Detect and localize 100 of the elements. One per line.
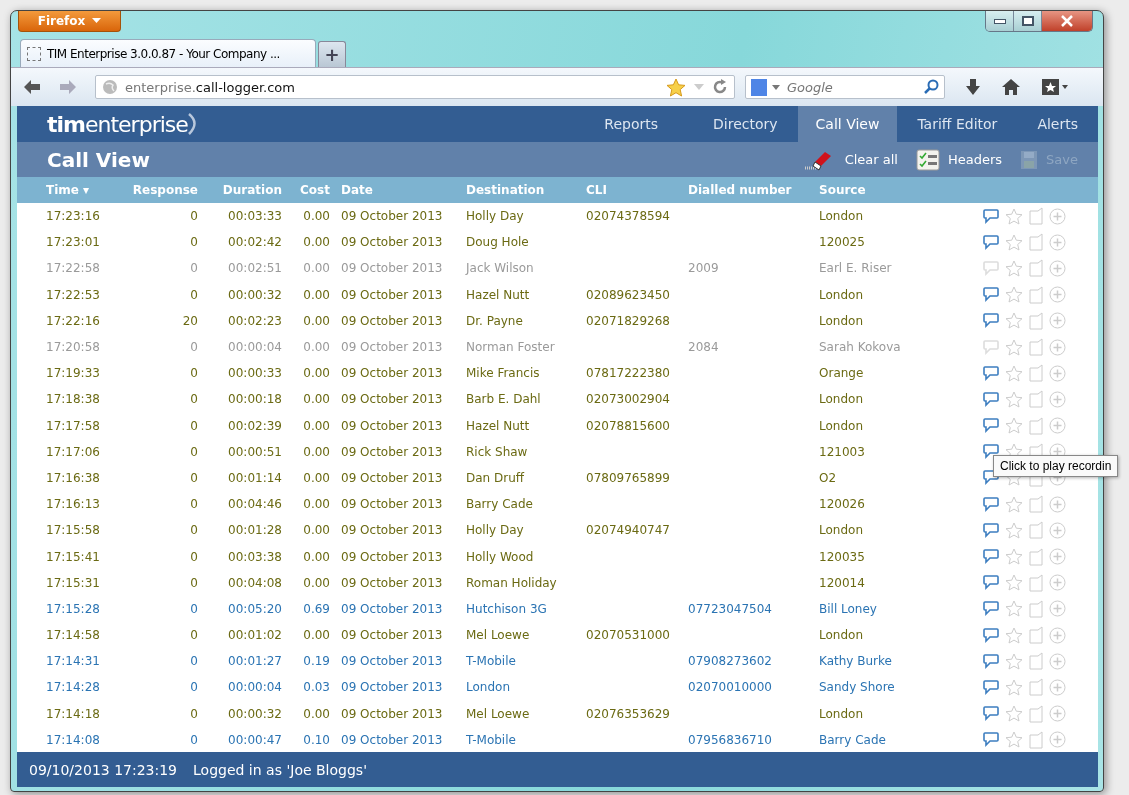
speech-bubble-icon[interactable] xyxy=(983,601,999,617)
table-cell-text: 09 October 2013 xyxy=(341,732,444,747)
back-icon[interactable] xyxy=(23,79,41,95)
table-cell-text: Barry Cade xyxy=(466,497,534,512)
table-cell-text: 0 xyxy=(189,680,198,695)
speech-bubble-icon[interactable] xyxy=(983,444,999,460)
table-cell-text: 0.00 xyxy=(302,340,330,355)
maximize-button[interactable] xyxy=(1014,11,1042,31)
firefox-menu-button[interactable]: Firefox xyxy=(18,11,121,32)
star-icon[interactable] xyxy=(1005,390,1023,408)
star-icon[interactable] xyxy=(1005,338,1023,356)
column-header[interactable]: Destination xyxy=(466,183,586,197)
speech-bubble-icon[interactable] xyxy=(983,208,999,224)
speech-bubble-icon[interactable] xyxy=(983,365,999,381)
nav-tab[interactable]: Call View xyxy=(797,106,898,142)
star-icon[interactable] xyxy=(1005,286,1023,304)
speech-bubble-icon[interactable] xyxy=(983,287,999,303)
star-icon[interactable] xyxy=(1005,626,1023,644)
nav-tab[interactable]: Directory xyxy=(693,106,798,142)
table-cell-text: 0 xyxy=(189,418,198,433)
column-header[interactable]: Date xyxy=(341,183,466,197)
speech-bubble-icon[interactable] xyxy=(983,653,999,669)
speech-bubble-icon[interactable] xyxy=(983,732,999,748)
search-field[interactable]: Google xyxy=(785,78,918,96)
table-cell-text: 09 October 2013 xyxy=(341,628,444,643)
star-icon[interactable] xyxy=(1005,259,1023,277)
table-cell-text: 0 xyxy=(189,366,198,381)
table-cell-text: Sandy Shore xyxy=(819,680,896,695)
table-cell-text: 09 October 2013 xyxy=(341,235,444,250)
speech-bubble-icon[interactable] xyxy=(983,522,999,538)
search-icon[interactable] xyxy=(923,79,939,95)
column-header[interactable]: Dialled number xyxy=(688,183,819,197)
table-cell-text: Kathy Burke xyxy=(819,654,893,669)
clear-button[interactable]: Clear all xyxy=(802,147,898,172)
reload-icon[interactable] xyxy=(712,79,728,95)
table-cell-text: London xyxy=(819,418,864,433)
star-icon[interactable] xyxy=(1005,548,1023,566)
table-cell-text: 07956836710 xyxy=(688,732,773,747)
headers-button[interactable]: Headers xyxy=(915,147,1003,172)
speech-bubble-icon[interactable] xyxy=(983,679,999,695)
home-icon[interactable] xyxy=(1001,78,1021,96)
star-icon[interactable] xyxy=(1005,705,1023,723)
address-field[interactable]: enterprise.call-logger.com xyxy=(95,75,735,99)
table-cell-text: 120014 xyxy=(819,575,866,590)
table-cell-text: 00:02:42 xyxy=(227,235,282,250)
star-icon[interactable] xyxy=(1005,600,1023,618)
speech-bubble-icon[interactable] xyxy=(983,234,999,250)
nav-tab[interactable]: Tariff Editor xyxy=(897,106,1018,142)
table-cell-text: 09 October 2013 xyxy=(341,418,444,433)
speech-bubble-icon[interactable] xyxy=(983,496,999,512)
table-cell-text: 00:00:18 xyxy=(227,392,282,407)
star-icon[interactable] xyxy=(1005,574,1023,592)
table-cell-text: 0.00 xyxy=(302,497,330,512)
star-icon[interactable] xyxy=(1005,678,1023,696)
forward-icon[interactable] xyxy=(59,79,77,95)
star-icon[interactable] xyxy=(1005,417,1023,435)
star-icon[interactable] xyxy=(1005,312,1023,330)
star-icon[interactable] xyxy=(666,77,686,97)
speech-bubble-icon[interactable] xyxy=(983,549,999,565)
table-cell-text: 17:16:13 xyxy=(46,497,101,512)
bookmarks-icon[interactable] xyxy=(1041,78,1069,96)
speech-bubble-icon[interactable] xyxy=(983,575,999,591)
table-cell-text: 02070531000 xyxy=(586,628,671,643)
column-header[interactable]: Duration xyxy=(198,183,282,197)
column-header[interactable]: Source xyxy=(819,183,983,197)
column-header[interactable]: Time ▾ xyxy=(46,183,128,197)
nav-tab[interactable]: Reports xyxy=(584,106,694,142)
speech-bubble-icon[interactable] xyxy=(983,313,999,329)
speech-bubble-icon[interactable] xyxy=(983,627,999,643)
column-header[interactable]: Response xyxy=(128,183,198,197)
tooltip: Click to play recordin xyxy=(993,455,1119,477)
star-icon[interactable] xyxy=(1005,731,1023,749)
close-button[interactable] xyxy=(1042,11,1092,31)
table-cell-text: 0 xyxy=(189,392,198,407)
new-tab-button[interactable]: + xyxy=(318,41,346,67)
download-icon[interactable] xyxy=(965,78,981,96)
page-icon xyxy=(27,46,41,61)
star-icon[interactable] xyxy=(1005,364,1023,382)
nav-tab[interactable]: Alerts xyxy=(1017,106,1098,142)
column-header[interactable]: Cost xyxy=(282,183,330,197)
search-box[interactable]: Google xyxy=(745,75,945,99)
table-cell-text: 00:00:04 xyxy=(227,680,282,695)
caret-icon[interactable] xyxy=(772,84,780,90)
star-icon[interactable] xyxy=(1005,233,1023,251)
table-cell-text: 07809765899 xyxy=(586,470,671,485)
column-header[interactable]: CLI xyxy=(586,183,688,197)
table-cell-text: 00:05:20 xyxy=(227,601,282,616)
star-icon[interactable] xyxy=(1005,207,1023,225)
table-cell-text: 09 October 2013 xyxy=(341,654,444,669)
speech-bubble-icon[interactable] xyxy=(983,391,999,407)
table-cell-text: 00:04:08 xyxy=(227,575,282,590)
speech-bubble-icon[interactable] xyxy=(983,418,999,434)
star-icon[interactable] xyxy=(1005,495,1023,513)
star-icon[interactable] xyxy=(1005,521,1023,539)
star-icon[interactable] xyxy=(1005,652,1023,670)
table-cell-text: London xyxy=(819,523,864,538)
speech-bubble-icon[interactable] xyxy=(983,706,999,722)
browser-tab[interactable]: TIM Enterprise 3.0.0.87 - Your Company ... xyxy=(20,39,316,67)
minimize-button[interactable] xyxy=(986,11,1014,31)
dropdown-icon[interactable] xyxy=(693,83,705,91)
